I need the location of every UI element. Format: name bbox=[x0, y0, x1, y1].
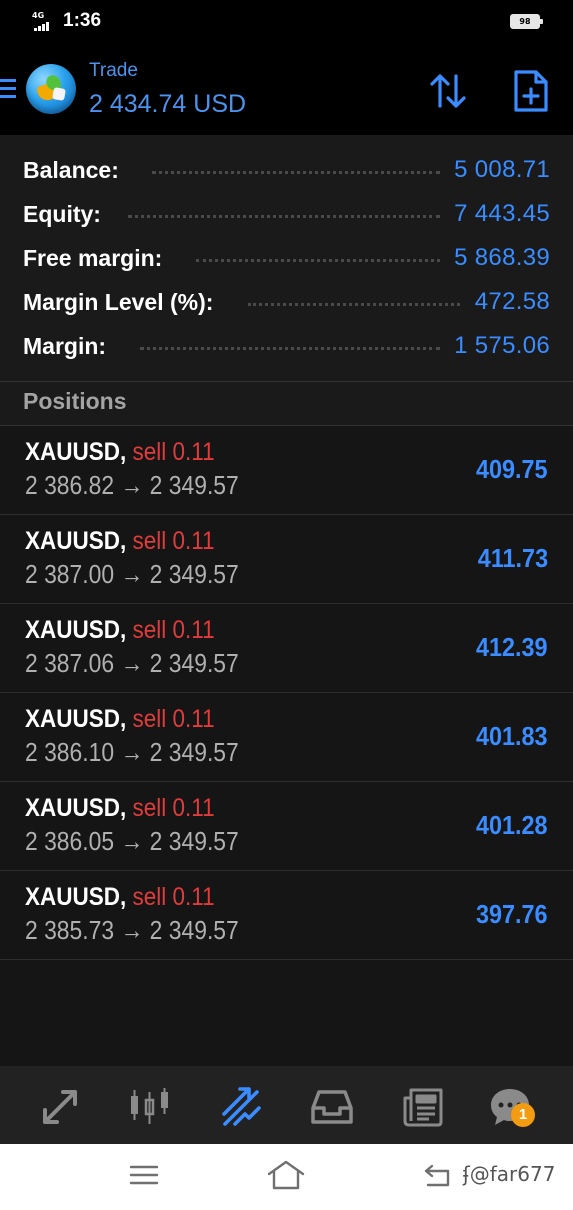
open-price: 2 386.05 bbox=[25, 826, 115, 856]
arrow: → bbox=[120, 737, 144, 767]
position-symbol: XAUUSD, bbox=[25, 705, 127, 733]
free-margin-row: Free margin: 5 868.39 bbox=[0, 243, 573, 287]
recents-icon[interactable] bbox=[129, 1164, 159, 1186]
position-row[interactable]: XAUUSD, sell 0.11 2 387.00 → 2 349.57 41… bbox=[0, 515, 573, 604]
trade-icon[interactable] bbox=[219, 1084, 265, 1130]
current-price: 2 349.57 bbox=[149, 559, 239, 589]
free-margin-label: Free margin: bbox=[23, 245, 163, 271]
position-symbol: XAUUSD, bbox=[25, 883, 127, 911]
free-margin-value: 5 868.39 bbox=[454, 244, 550, 271]
position-side: sell 0.11 bbox=[132, 616, 215, 644]
quotes-icon[interactable] bbox=[37, 1084, 83, 1130]
margin-label: Margin: bbox=[23, 333, 107, 359]
position-profit: 397.76 bbox=[476, 899, 548, 929]
dot-leader bbox=[152, 170, 440, 174]
open-price: 2 385.73 bbox=[25, 915, 115, 945]
arrow: → bbox=[120, 826, 144, 856]
position-profit: 401.83 bbox=[476, 721, 548, 751]
current-price: 2 349.57 bbox=[149, 737, 239, 767]
arrow: → bbox=[120, 648, 144, 678]
arrow: → bbox=[120, 470, 144, 500]
chart-icon[interactable] bbox=[127, 1084, 173, 1130]
sort-icon[interactable] bbox=[428, 71, 468, 111]
balance-label: Balance: bbox=[23, 157, 119, 183]
arrow: → bbox=[120, 915, 144, 945]
battery-icon: 98 bbox=[510, 14, 543, 29]
clock: 1:36 bbox=[63, 10, 102, 31]
position-profit: 411.73 bbox=[477, 543, 548, 573]
new-order-icon[interactable] bbox=[512, 68, 550, 114]
position-symbol: XAUUSD, bbox=[25, 794, 127, 822]
positions-list: XAUUSD, sell 0.11 2 386.82 → 2 349.57 40… bbox=[0, 426, 573, 1066]
position-row[interactable]: XAUUSD, sell 0.11 2 385.73 → 2 349.57 39… bbox=[0, 871, 573, 960]
open-price: 2 386.82 bbox=[25, 470, 115, 500]
app-header: Trade 2 434.74 USD bbox=[0, 44, 573, 135]
watermark-text: @far677 bbox=[469, 1162, 556, 1186]
position-side: sell 0.11 bbox=[132, 438, 215, 466]
signal-icon: 4G bbox=[32, 11, 56, 32]
equity-label: Equity: bbox=[23, 201, 101, 227]
chat-badge: 1 bbox=[511, 1103, 535, 1127]
position-symbol: XAUUSD, bbox=[25, 527, 127, 555]
position-side: sell 0.11 bbox=[132, 794, 215, 822]
balance-value: 5 008.71 bbox=[454, 156, 550, 183]
menu-icon[interactable] bbox=[0, 79, 16, 99]
home-icon[interactable] bbox=[266, 1158, 306, 1192]
news-icon[interactable] bbox=[401, 1084, 447, 1130]
account-summary: Balance: 5 008.71 Equity: 7 443.45 Free … bbox=[0, 135, 573, 381]
history-icon[interactable] bbox=[309, 1084, 355, 1130]
margin-level-value: 472.58 bbox=[474, 288, 550, 315]
page-title: Trade bbox=[89, 60, 138, 81]
dot-leader bbox=[140, 346, 440, 350]
arrow: → bbox=[120, 559, 144, 589]
dot-leader bbox=[196, 258, 440, 262]
position-profit: 401.28 bbox=[476, 810, 548, 840]
margin-level-row: Margin Level (%): 472.58 bbox=[0, 287, 573, 331]
network-type: 4G bbox=[32, 11, 45, 20]
position-row[interactable]: XAUUSD, sell 0.11 2 386.10 → 2 349.57 40… bbox=[0, 693, 573, 782]
position-row[interactable]: XAUUSD, sell 0.11 2 387.06 → 2 349.57 41… bbox=[0, 604, 573, 693]
current-price: 2 349.57 bbox=[149, 915, 239, 945]
current-price: 2 349.57 bbox=[149, 648, 239, 678]
current-price: 2 349.57 bbox=[149, 826, 239, 856]
position-side: sell 0.11 bbox=[132, 705, 215, 733]
app-logo[interactable] bbox=[26, 64, 76, 114]
equity-value: 7 443.45 bbox=[454, 200, 550, 227]
dot-leader bbox=[128, 214, 440, 218]
header-amount: 2 434.74 USD bbox=[89, 90, 247, 118]
watermark: ʄ@far677 bbox=[463, 1162, 555, 1186]
position-profit: 409.75 bbox=[476, 454, 548, 484]
equity-row: Equity: 7 443.45 bbox=[0, 199, 573, 243]
position-symbol: XAUUSD, bbox=[25, 438, 127, 466]
margin-value: 1 575.06 bbox=[454, 332, 550, 359]
watermark-logo-icon: ʄ bbox=[463, 1162, 470, 1186]
position-row[interactable]: XAUUSD, sell 0.11 2 386.05 → 2 349.57 40… bbox=[0, 782, 573, 871]
position-profit: 412.39 bbox=[476, 632, 548, 662]
status-bar: 4G 1:36 98 bbox=[0, 0, 573, 44]
position-side: sell 0.11 bbox=[132, 527, 215, 555]
open-price: 2 386.10 bbox=[25, 737, 115, 767]
dot-leader bbox=[248, 302, 460, 306]
balance-row: Balance: 5 008.71 bbox=[0, 155, 573, 199]
bottom-nav bbox=[0, 1066, 573, 1144]
margin-row: Margin: 1 575.06 bbox=[0, 331, 573, 375]
open-price: 2 387.06 bbox=[25, 648, 115, 678]
positions-title: Positions bbox=[23, 388, 127, 414]
back-icon[interactable] bbox=[422, 1162, 452, 1188]
position-side: sell 0.11 bbox=[132, 883, 215, 911]
system-nav: ʄ@far677 bbox=[0, 1144, 573, 1210]
positions-header: Positions bbox=[0, 382, 573, 425]
margin-level-label: Margin Level (%): bbox=[23, 289, 214, 315]
current-price: 2 349.57 bbox=[149, 470, 239, 500]
position-symbol: XAUUSD, bbox=[25, 616, 127, 644]
open-price: 2 387.00 bbox=[25, 559, 115, 589]
position-row[interactable]: XAUUSD, sell 0.11 2 386.82 → 2 349.57 40… bbox=[0, 426, 573, 515]
